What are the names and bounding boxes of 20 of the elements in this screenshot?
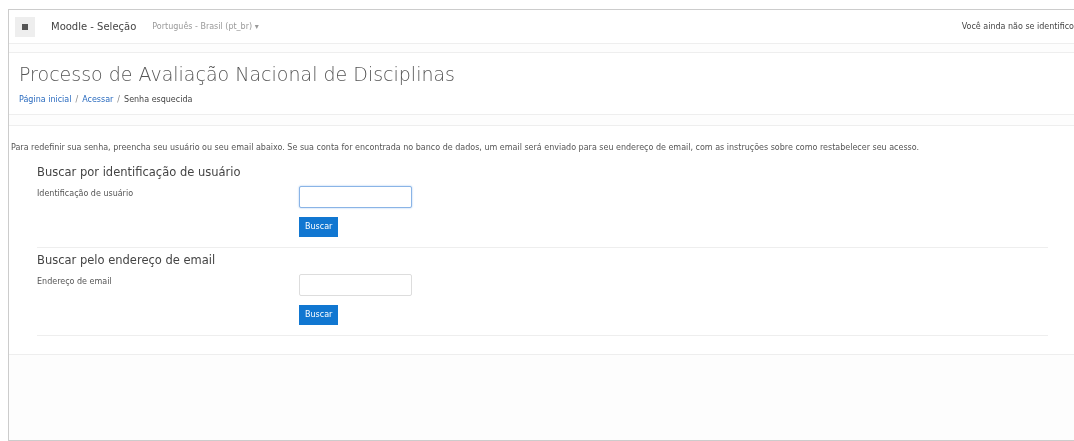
breadcrumb-separator: / (117, 93, 121, 106)
section-heading: Buscar pelo endereço de email (37, 252, 217, 270)
site-name[interactable]: Moodle - Seleção (51, 19, 137, 34)
breadcrumb-separator: / (75, 93, 79, 106)
input-field[interactable] (299, 186, 412, 209)
instructions-text: Para redefinir sua senha, preencha seu usuário ou seu email abaixo. Se sua conta for encontrada no banco de dados, um email será enviado para seu endereço de email, com as instruções sobre como restabelecer seu acesso. (11, 141, 921, 154)
input-field[interactable] (299, 274, 412, 297)
menu-icon (22, 23, 28, 30)
language-menu[interactable]: Português - Brasil (pt_br) ▾ (152, 20, 259, 33)
breadcrumb-current: Senha esquecida (124, 93, 193, 106)
search-button[interactable]: Buscar (299, 217, 339, 238)
breadcrumb-link[interactable]: Página inicial (19, 93, 72, 106)
section-heading: Buscar por identificação de usuário (37, 163, 242, 181)
login-status: Você ainda não se identifico (961, 20, 1074, 33)
page-title: Processo de Avaliação Nacional de Disciplinas (19, 63, 456, 86)
search-button[interactable]: Buscar (299, 305, 339, 326)
field-label: Endereço de email (37, 276, 113, 289)
field-label: Identificação de usuário (37, 188, 135, 201)
menu-button[interactable] (15, 16, 35, 37)
breadcrumb-link[interactable]: Acessar (82, 93, 114, 106)
